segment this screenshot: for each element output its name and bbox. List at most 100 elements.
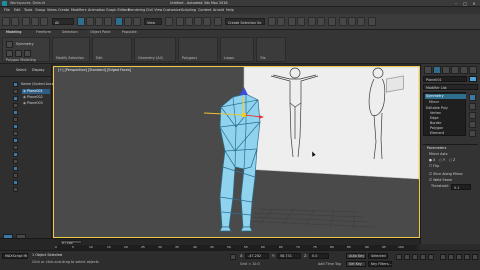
explorer-tab-select[interactable]: Select [16, 68, 26, 72]
polygon-mode-icon[interactable] [24, 50, 31, 57]
material-editor-icon[interactable] [328, 17, 336, 26]
previous-frame-icon[interactable] [404, 254, 410, 260]
modify-mode-icon[interactable] [6, 41, 13, 48]
modifier-list-dropdown[interactable]: Modifier List [423, 84, 478, 90]
weld-seam-checkbox[interactable]: ☑ Weld Seam [429, 178, 452, 182]
display-children-icon[interactable] [13, 187, 18, 192]
menu-views[interactable]: Views [47, 8, 57, 12]
teapot-render-icon[interactable] [368, 17, 376, 26]
rotate-icon[interactable] [124, 17, 132, 26]
link-icon[interactable] [22, 17, 30, 26]
selected-dropdown[interactable]: Selected [368, 253, 388, 259]
key-filters-button[interactable]: Key Filters... [368, 261, 392, 267]
menu-create[interactable]: Create [58, 8, 69, 12]
tree-item-plane001[interactable]: ◉ Plane001 [22, 89, 50, 94]
perspective-viewport[interactable]: [+] [Perspective] [Standard] [Edged Face… [53, 66, 420, 238]
utilities-tab-icon[interactable] [469, 66, 477, 74]
maximize-icon[interactable]: □ [461, 1, 469, 6]
zoom-icon[interactable] [440, 254, 446, 260]
minimize-icon[interactable]: – [452, 1, 460, 6]
configure-sets-icon[interactable] [469, 130, 476, 137]
add-time-tag-button[interactable]: Add Time Tag [318, 262, 341, 266]
threshold-spinner[interactable]: 0.1 [451, 184, 471, 190]
lock-selection-icon[interactable] [230, 254, 236, 260]
z-coord-field[interactable]: 0.0 [309, 253, 329, 259]
explorer-tab-display[interactable]: Display [32, 68, 45, 72]
display-geometry-icon[interactable] [13, 89, 18, 94]
stack-item-symmetry[interactable]: Symmetry [425, 94, 466, 99]
show-end-result-icon[interactable] [469, 103, 476, 110]
next-frame-icon[interactable] [420, 254, 426, 260]
display-lights-icon[interactable] [13, 103, 18, 108]
menu-customize[interactable]: Customize [163, 8, 181, 12]
redo-icon[interactable] [11, 17, 19, 26]
select-by-name-icon[interactable] [86, 17, 94, 26]
motion-tab-icon[interactable] [451, 66, 459, 74]
percent-snap-icon[interactable] [194, 17, 202, 26]
orbit-icon[interactable] [464, 254, 470, 260]
display-xrefs-icon[interactable] [13, 138, 18, 143]
display-shapes-icon[interactable] [13, 96, 18, 101]
menu-animation[interactable]: Animation [88, 8, 105, 12]
angle-snap-icon[interactable] [185, 17, 193, 26]
stack-item-element[interactable]: Element [429, 131, 445, 136]
x-coord-field[interactable]: -47.202 [245, 253, 269, 259]
display-spacewarps-icon[interactable] [13, 124, 18, 129]
hierarchy-tab-icon[interactable] [442, 66, 450, 74]
layer-explorer-icon[interactable] [297, 17, 305, 26]
display-tab-icon[interactable] [460, 66, 468, 74]
make-unique-icon[interactable] [469, 112, 476, 119]
y-coord-field[interactable]: 58.731 [277, 253, 301, 259]
menu-tools[interactable]: Tools [24, 8, 32, 12]
pan-view-icon[interactable] [456, 254, 462, 260]
curve-editor-icon[interactable] [308, 17, 316, 26]
menu-help[interactable]: Help [226, 8, 234, 12]
stack-item-mirror[interactable]: Mirror [428, 100, 440, 105]
menu-group[interactable]: Group [35, 8, 45, 12]
bind-spacewarp-icon[interactable] [40, 17, 48, 26]
display-groups-icon[interactable] [13, 131, 18, 136]
display-cameras-icon[interactable] [13, 110, 18, 115]
maximize-viewport-icon[interactable] [472, 254, 478, 260]
menu-scripting[interactable]: Scripting [181, 8, 196, 12]
rendered-frame-window-icon[interactable] [348, 17, 356, 26]
create-tab-icon[interactable] [424, 66, 432, 74]
unlink-icon[interactable] [31, 17, 39, 26]
zoom-all-icon[interactable] [448, 254, 454, 260]
tab-populate[interactable]: Populate [122, 30, 137, 36]
select-object-icon[interactable] [77, 17, 85, 26]
mirror-icon[interactable] [268, 17, 276, 26]
time-slider[interactable]: 0 / 100 0 5 10 15 20 25 30 35 40 45 50 5… [0, 238, 420, 250]
edit-named-selection-icon[interactable] [214, 17, 222, 26]
remove-modifier-icon[interactable] [469, 121, 476, 128]
polygon-modeling-label[interactable]: Polygon Modeling [6, 58, 36, 62]
display-all-icon[interactable] [13, 173, 18, 178]
axis-x-radio[interactable]: ● X [429, 158, 435, 162]
menu-civil-view[interactable]: Civil View [146, 8, 162, 12]
undo-icon[interactable] [2, 17, 10, 26]
reference-coordinate-dropdown[interactable]: View [144, 18, 162, 25]
axis-y-radio[interactable]: ○ Y [439, 158, 445, 162]
modify-tab-icon[interactable] [433, 66, 441, 74]
workspace-selector[interactable]: Workspaces: Default [10, 1, 45, 5]
rectangular-selection-icon[interactable] [95, 17, 103, 26]
schematic-view-icon[interactable] [317, 17, 325, 26]
set-key-button[interactable]: Set Key [346, 261, 366, 267]
display-helpers-icon[interactable] [13, 117, 18, 122]
move-icon[interactable] [115, 17, 123, 26]
align-icon[interactable] [277, 17, 285, 26]
parameters-rollout-header[interactable]: Parameters [427, 146, 446, 150]
menu-edit[interactable]: Edit [14, 8, 21, 12]
scale-icon[interactable] [133, 17, 141, 26]
render-production-icon[interactable] [357, 17, 365, 26]
symmetry-label[interactable]: Symmetry [16, 42, 34, 46]
tab-selection[interactable]: Selection [62, 30, 78, 36]
display-bones-icon[interactable] [13, 145, 18, 150]
time-slider-thumb[interactable]: 0 / 100 [60, 240, 82, 245]
scene-explorer-toggle-icon[interactable] [288, 17, 296, 26]
tab-object-paint[interactable]: Object Paint [90, 30, 111, 36]
close-icon[interactable]: × [470, 1, 478, 6]
menu-file[interactable]: File [4, 8, 10, 12]
pin-stack-icon[interactable] [469, 94, 476, 101]
menu-rendering[interactable]: Rendering [128, 8, 145, 12]
